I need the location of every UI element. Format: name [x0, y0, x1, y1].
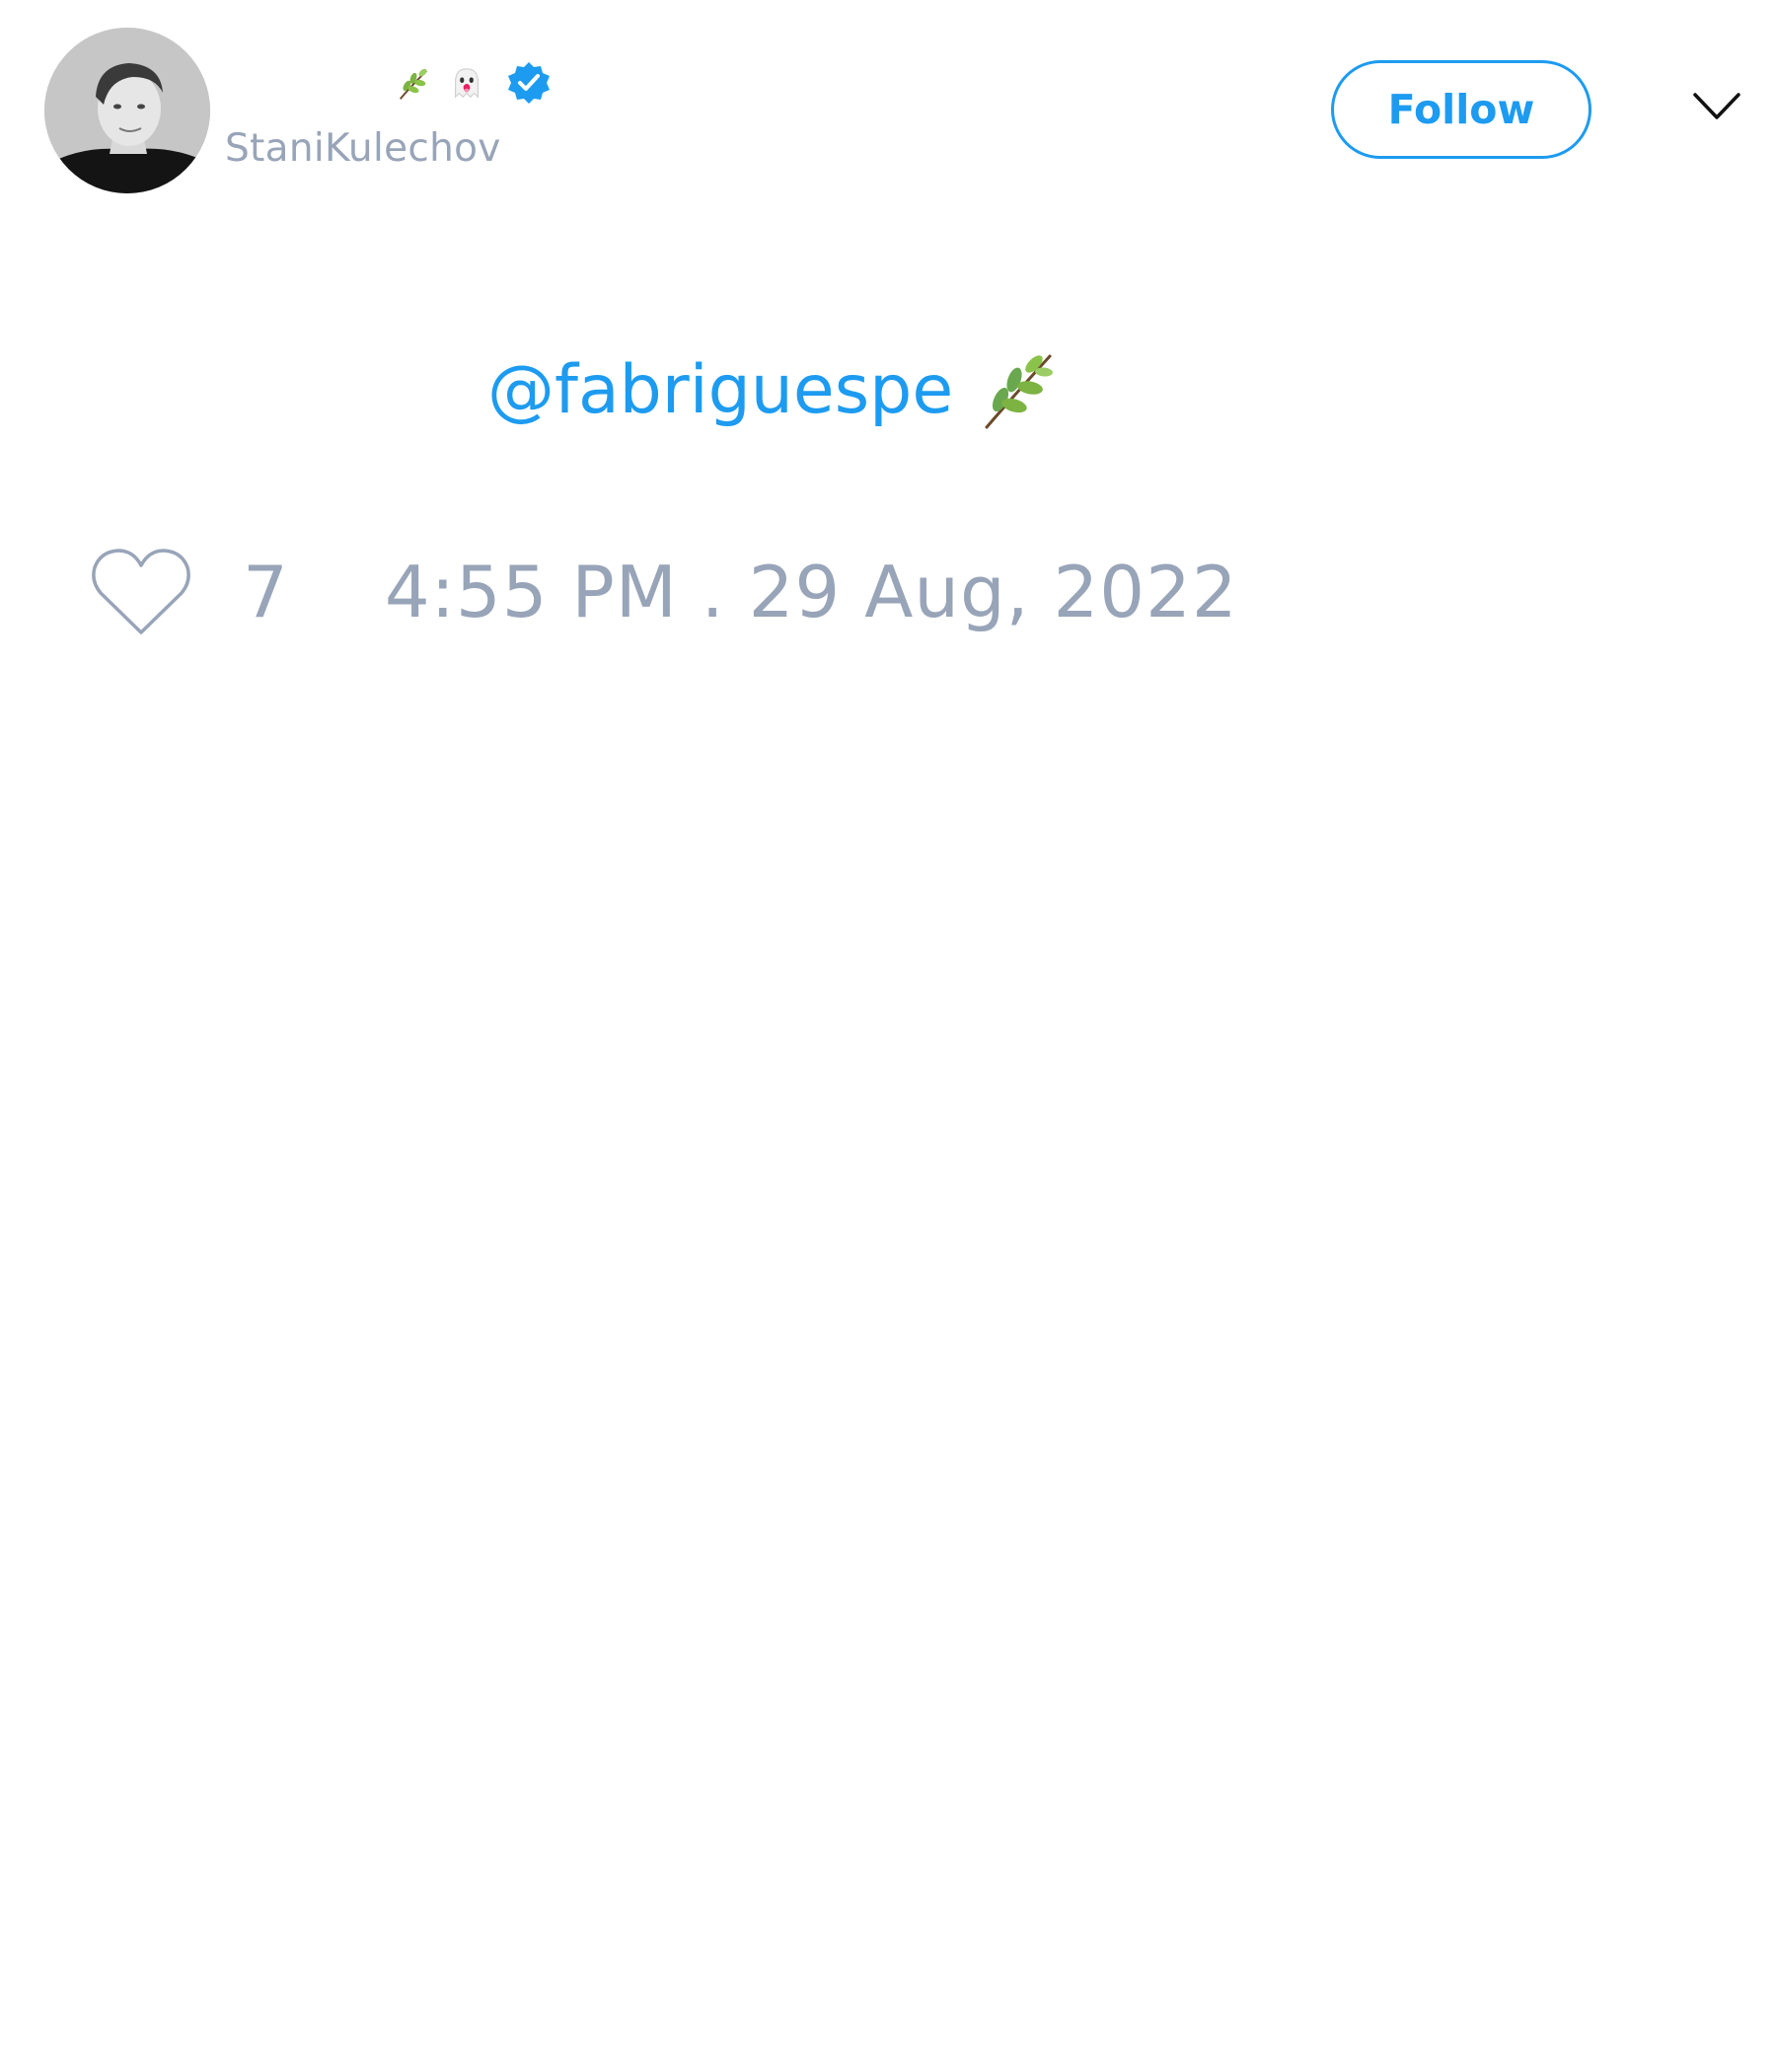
display-name-row [395, 59, 553, 109]
tweet-timestamp[interactable]: 4:55 PM . 29 Aug, 2022 [385, 551, 1238, 633]
ghost-emoji-icon [448, 65, 485, 103]
follow-button[interactable]: Follow [1331, 60, 1591, 159]
like-count: 7 [243, 551, 288, 633]
user-handle[interactable]: StaniKulechov [225, 126, 501, 171]
verified-badge-icon [505, 60, 553, 108]
chevron-down-icon[interactable] [1692, 91, 1741, 124]
tweet-card: StaniKulechov Follow @fabriguespe 7 4:55… [0, 0, 1776, 2072]
tweet-footer: 7 4:55 PM . 29 Aug, 2022 [89, 543, 1238, 641]
avatar-photo [44, 28, 210, 193]
herb-emoji-icon [975, 348, 1058, 431]
avatar[interactable] [44, 28, 210, 193]
heart-icon[interactable] [89, 546, 193, 638]
herb-emoji-icon [395, 65, 432, 103]
mention-link[interactable]: @fabriguespe [487, 351, 953, 429]
tweet-text: @fabriguespe [487, 345, 1058, 434]
